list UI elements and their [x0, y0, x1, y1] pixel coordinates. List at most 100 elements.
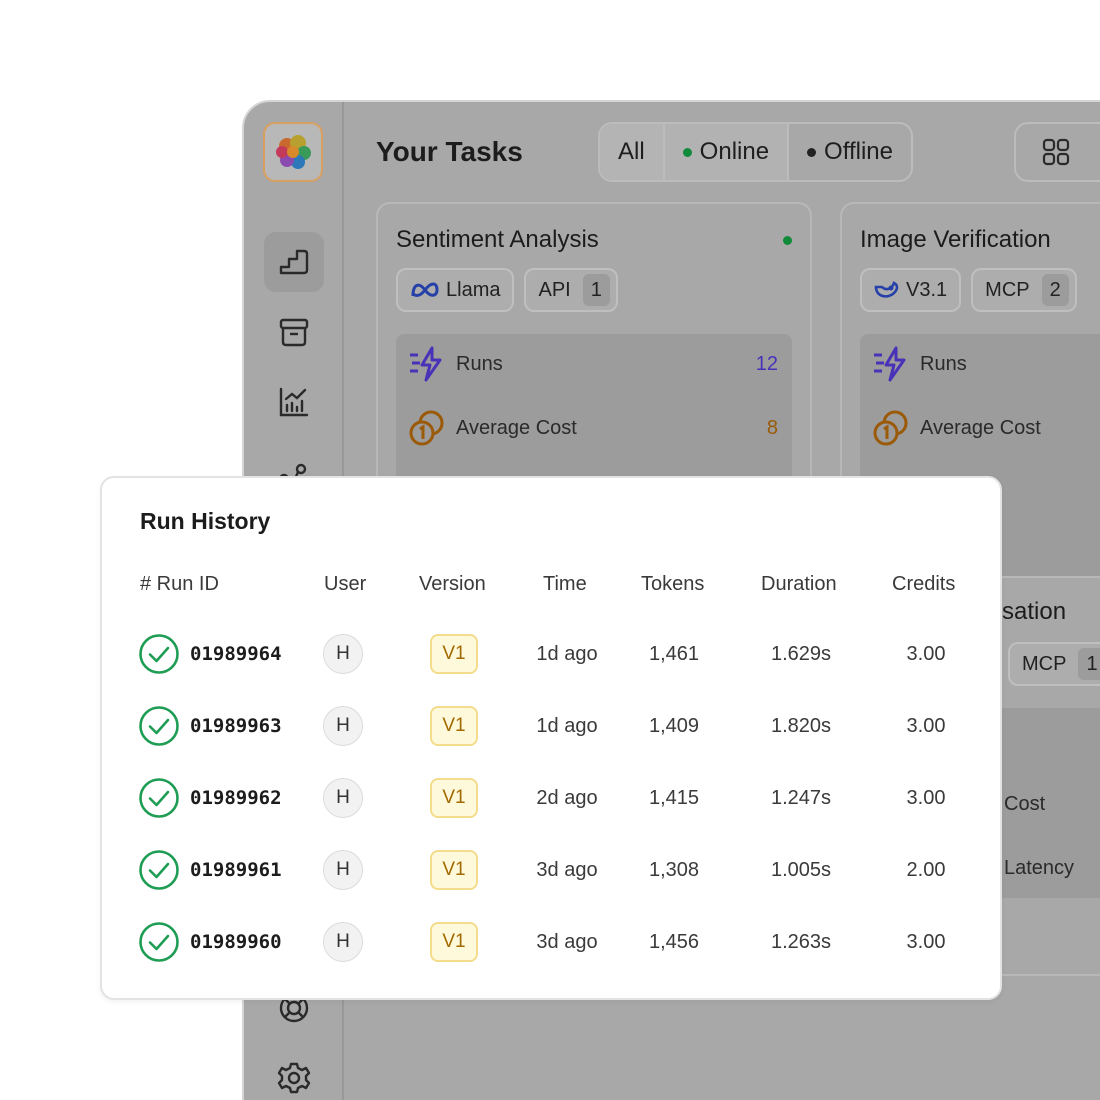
stat-runs: Runs 12 — [408, 344, 778, 384]
task-tags: Llama API 1 — [396, 268, 618, 312]
credits-cell: 3.00 — [906, 930, 946, 953]
stat-average-cost: Average Cost — [872, 408, 1100, 448]
integration-tag: MCP 2 — [971, 268, 1077, 312]
tokens-cell: 1,415 — [648, 786, 700, 809]
tag-label: Llama — [446, 278, 501, 301]
run-history-panel: Run History # Run ID User Version Time T… — [100, 476, 1002, 1000]
version-cell: V1 — [430, 848, 478, 892]
tag-count: 1 — [1078, 648, 1100, 680]
sidebar-item-archive[interactable] — [264, 302, 324, 362]
run-id[interactable]: 01989963 — [190, 704, 282, 748]
credits-cell: 2.00 — [906, 858, 946, 881]
task-tags: MCP 1 — [1008, 642, 1100, 686]
tokens-cell: 1,409 — [648, 714, 700, 737]
whale-icon — [874, 281, 899, 298]
table-row[interactable]: 01989962 H V1 2d ago 1,415 1.247s 3.00 — [102, 776, 1000, 820]
tag-label: MCP — [985, 278, 1030, 301]
stat-label: Latency — [1004, 856, 1075, 879]
credits-cell: 3.00 — [906, 786, 946, 809]
duration-cell: 1.820s — [770, 714, 832, 737]
tag-label: MCP — [1022, 652, 1067, 675]
run-id[interactable]: 01989962 — [190, 776, 282, 820]
duration-cell: 1.005s — [770, 858, 832, 881]
tokens-cell: 1,461 — [648, 642, 700, 665]
filter-label: Online — [699, 138, 770, 165]
tokens-cell: 1,308 — [648, 858, 700, 881]
column-header-credits: Credits — [892, 573, 956, 595]
tag-count: 1 — [582, 274, 610, 306]
sidebar-item-settings[interactable] — [264, 1048, 324, 1100]
table-row[interactable]: 01989960 H V1 3d ago 1,456 1.263s 3.00 — [102, 920, 1000, 964]
success-check-icon — [138, 920, 180, 964]
time-cell: 2d ago — [536, 786, 598, 809]
table-row[interactable]: 01989964 H V1 1d ago 1,461 1.629s 3.00 — [102, 632, 1000, 676]
filter-label: All — [618, 138, 645, 165]
page-title: Your Tasks — [376, 136, 523, 167]
task-title: Sentiment Analysis — [396, 226, 599, 253]
app-logo[interactable] — [263, 122, 323, 182]
tag-label: V3.1 — [906, 278, 948, 301]
task-title: Image Verification — [860, 226, 1051, 253]
user-cell: H — [323, 704, 363, 748]
column-header-user: User — [324, 573, 367, 595]
success-check-icon — [138, 776, 180, 820]
column-header-time: Time — [543, 573, 587, 595]
stat-latency: Latency — [1004, 848, 1100, 888]
offline-dot-icon — [807, 147, 817, 157]
duration-cell: 1.263s — [770, 930, 832, 953]
credits-cell: 3.00 — [906, 714, 946, 737]
time-cell: 3d ago — [536, 858, 598, 881]
stat-value: 8 — [766, 416, 778, 439]
stat-label: Runs — [920, 352, 967, 375]
run-id[interactable]: 01989964 — [190, 632, 282, 676]
table-row[interactable]: 01989961 H V1 3d ago 1,308 1.005s 2.00 — [102, 848, 1000, 892]
stat-label: Runs — [456, 352, 503, 375]
filter-online[interactable]: Online — [664, 124, 790, 180]
time-cell: 3d ago — [536, 930, 598, 953]
user-cell: H — [323, 632, 363, 676]
tokens-cell: 1,456 — [648, 930, 700, 953]
success-check-icon — [138, 848, 180, 892]
stat-label: Cost — [1004, 792, 1046, 815]
version-badge: V1 — [430, 850, 478, 890]
coins-icon — [409, 410, 444, 446]
panel-title: Run History — [140, 508, 271, 534]
avatar: H — [323, 778, 363, 818]
status-filter: All Online Offline — [598, 122, 913, 182]
table-row[interactable]: 01989963 H V1 1d ago 1,409 1.820s 3.00 — [102, 704, 1000, 748]
user-cell: H — [323, 776, 363, 820]
filter-all[interactable]: All — [600, 124, 665, 180]
column-header-run-id: # Run ID — [140, 573, 219, 595]
user-cell: H — [323, 848, 363, 892]
online-dot-icon — [682, 147, 692, 157]
grid-view-icon — [1042, 138, 1070, 166]
task-tags: V3.1 MCP 2 — [860, 268, 1077, 312]
stat-value: 12 — [755, 352, 778, 375]
sidebar-item-tasks[interactable] — [264, 232, 324, 292]
credits-cell: 3.00 — [906, 642, 946, 665]
run-id[interactable]: 01989960 — [190, 920, 282, 964]
coins-icon — [873, 410, 908, 446]
avatar: H — [323, 850, 363, 890]
success-check-icon — [138, 704, 180, 748]
version-cell: V1 — [430, 704, 478, 748]
model-tag: V3.1 — [860, 268, 962, 312]
run-id[interactable]: 01989961 — [190, 848, 282, 892]
filter-offline[interactable]: Offline — [789, 124, 911, 180]
avatar: H — [323, 922, 363, 962]
lightning-icon — [874, 346, 906, 382]
version-badge: V1 — [430, 922, 478, 962]
sidebar-item-analytics[interactable] — [264, 372, 324, 432]
version-cell: V1 — [430, 776, 478, 820]
time-cell: 1d ago — [536, 642, 598, 665]
tag-label: API — [538, 278, 571, 301]
tag-count: 2 — [1041, 274, 1069, 306]
integration-tag: MCP 1 — [1008, 642, 1100, 686]
column-header-tokens: Tokens — [641, 573, 705, 595]
stat-cost: Cost — [1004, 784, 1100, 824]
column-header-duration: Duration — [761, 573, 837, 595]
stat-runs: Runs — [872, 344, 1100, 384]
view-toggle[interactable] — [1014, 122, 1100, 182]
stat-average-cost: Average Cost 8 — [408, 408, 778, 448]
version-badge: V1 — [430, 778, 478, 818]
